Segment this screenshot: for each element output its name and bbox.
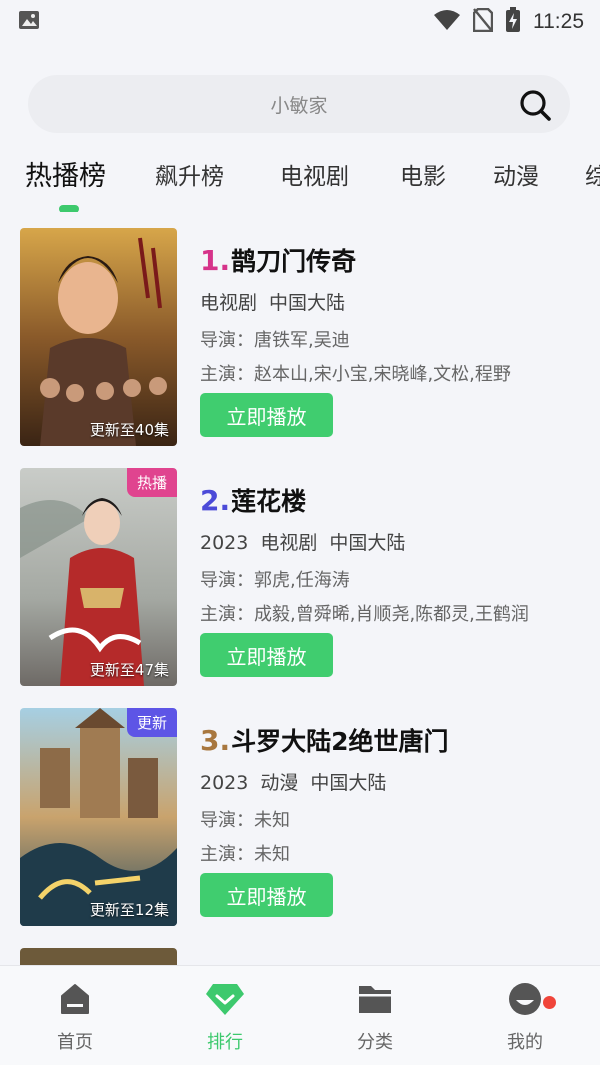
title-text: 莲花楼 (231, 487, 307, 516)
nav-home-label: 首页 (57, 1032, 93, 1053)
poster-image[interactable]: 更新至40集 (20, 228, 177, 446)
title-text: 斗罗大陆2绝世唐门 (231, 727, 449, 756)
poster-image[interactable]: 更新 更新至12集 (20, 708, 177, 926)
list-item[interactable]: 更新至40集 1.鹊刀门传奇 电视剧 中国大陆 导演：唐铁军,吴迪 主演：赵本山,… (0, 228, 600, 448)
nav-ranking[interactable]: 排行 (165, 982, 285, 1054)
nav-ranking-label: 排行 (207, 1032, 243, 1053)
item-actors: 主演：成毅,曾舜晞,肖顺尧,陈都灵,王鹤润 (200, 604, 529, 625)
bottom-navigation: 首页 排行 分类 我的 (0, 965, 600, 1065)
item-year: 2023 (200, 532, 249, 554)
hot-badge: 热播 (126, 468, 177, 497)
gallery-notification-icon (18, 10, 40, 34)
episode-update-label: 更新至40集 (89, 421, 169, 439)
play-now-button[interactable]: 立即播放 (200, 873, 333, 917)
wifi-icon (433, 9, 461, 35)
play-now-button[interactable]: 立即播放 (200, 633, 333, 677)
active-tab-indicator (59, 205, 79, 212)
item-region: 中国大陆 (310, 772, 387, 794)
list-item[interactable]: 更新 更新至12集 3.斗罗大陆2绝世唐门 2023 动漫 中国大陆 导演：未知 主… (0, 708, 600, 928)
nav-profile-label: 我的 (507, 1032, 543, 1053)
rank-number: 3. (200, 724, 231, 757)
ranking-diamond-icon (165, 982, 285, 1020)
tab-anime[interactable]: 动漫 (493, 157, 539, 191)
tab-hot[interactable]: 热播榜 (25, 154, 106, 193)
rank-number: 1. (200, 244, 231, 277)
item-meta: 电视剧 中国大陆 (200, 288, 357, 315)
notification-dot (543, 996, 556, 1009)
category-tabs: 热播榜 飙升榜 电视剧 电影 动漫 综 (0, 152, 600, 212)
list-item[interactable]: 热播 更新至47集 2.莲花楼 2023 电视剧 中国大陆 导演：郭虎,任海涛 主演… (0, 468, 600, 688)
nav-category[interactable]: 分类 (315, 982, 435, 1054)
home-icon (15, 982, 135, 1020)
item-director: 导演：未知 (200, 810, 290, 831)
search-bar[interactable]: 小敏家 (28, 75, 570, 133)
item-year: 2023 (200, 772, 249, 794)
episode-update-label: 更新至47集 (89, 661, 169, 679)
tab-movies[interactable]: 电影 (400, 157, 446, 191)
no-sim-icon (472, 7, 494, 36)
search-placeholder: 小敏家 (270, 94, 328, 117)
item-type: 电视剧 (200, 292, 258, 314)
search-icon[interactable] (518, 88, 552, 126)
item-title[interactable]: 2.莲花楼 (200, 482, 306, 518)
battery-icon (505, 7, 521, 37)
item-actors: 主演：赵本山,宋小宝,宋晓峰,文松,程野 (200, 364, 511, 385)
nav-category-label: 分类 (357, 1032, 393, 1053)
clock-time: 11:25 (533, 10, 584, 33)
item-region: 中国大陆 (269, 292, 346, 314)
item-title[interactable]: 1.鹊刀门传奇 (200, 242, 356, 278)
play-now-button[interactable]: 立即播放 (200, 393, 333, 437)
item-type: 电视剧 (260, 532, 318, 554)
item-director: 导演：唐铁军,吴迪 (200, 330, 350, 351)
item-meta: 2023 电视剧 中国大陆 (200, 528, 417, 555)
title-text: 鹊刀门传奇 (231, 247, 357, 276)
tab-tv-series[interactable]: 电视剧 (280, 157, 349, 191)
item-meta: 2023 动漫 中国大陆 (200, 768, 398, 795)
status-bar: 11:25 (0, 0, 600, 44)
tab-rising[interactable]: 飙升榜 (155, 157, 224, 191)
item-actors: 主演：未知 (200, 844, 290, 865)
poster-image[interactable]: 热播 更新至47集 (20, 468, 177, 686)
folder-icon (315, 982, 435, 1020)
item-title[interactable]: 3.斗罗大陆2绝世唐门 (200, 722, 449, 758)
rank-number: 2. (200, 484, 231, 517)
item-director: 导演：郭虎,任海涛 (200, 570, 350, 591)
item-region: 中国大陆 (329, 532, 406, 554)
tab-variety[interactable]: 综 (585, 157, 600, 191)
episode-update-label: 更新至12集 (89, 901, 169, 919)
item-type: 动漫 (260, 772, 299, 794)
update-badge: 更新 (126, 708, 177, 737)
nav-profile[interactable]: 我的 (465, 982, 585, 1054)
nav-home[interactable]: 首页 (15, 982, 135, 1054)
profile-icon (465, 982, 585, 1020)
